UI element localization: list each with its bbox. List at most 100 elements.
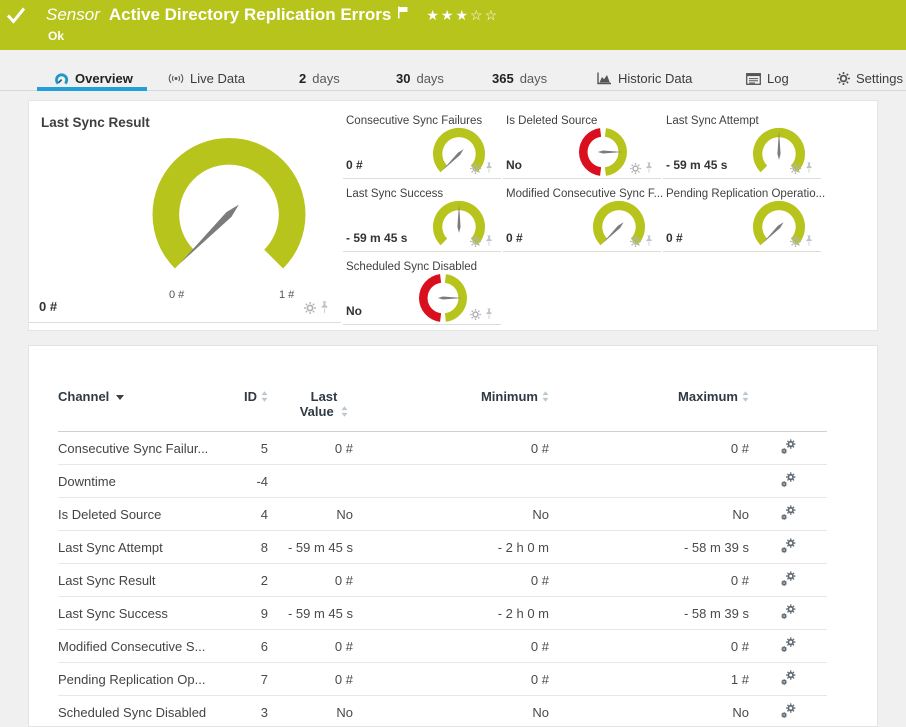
- gauge-cell-last-sync-attempt[interactable]: Last Sync Attempt - 59 m 45 s: [663, 113, 821, 179]
- gauge-cell-consecutive-sync-failures[interactable]: Consecutive Sync Failures 0 #: [343, 113, 501, 179]
- column-header-channel[interactable]: Channel: [58, 379, 231, 432]
- gauge-pin-icon[interactable]: [805, 235, 813, 247]
- channel-name[interactable]: Consecutive Sync Failur...: [58, 431, 231, 465]
- rating-stars-filled[interactable]: ★★★: [426, 7, 470, 24]
- table-row[interactable]: Pending Replication Op... 7 0 # 0 # 1 #: [58, 662, 827, 696]
- tab-label: Overview: [75, 71, 133, 86]
- channel-name[interactable]: Last Sync Result: [58, 563, 231, 597]
- column-header-minimum[interactable]: Minimum: [353, 379, 549, 432]
- gauge-cell-pending-replication[interactable]: Pending Replication Operatio... 0 #: [663, 186, 825, 252]
- channels-table: Channel ID Last Value Minimum Maximum Co…: [58, 379, 827, 726]
- sort-icon[interactable]: [341, 406, 348, 417]
- channel-last-value: 0 #: [268, 629, 353, 663]
- tab-overview[interactable]: Overview: [54, 71, 133, 86]
- table-row[interactable]: Last Sync Attempt 8 - 59 m 45 s - 2 h 0 …: [58, 530, 827, 564]
- channel-last-value: 0 #: [268, 563, 353, 597]
- gauge-pin-icon[interactable]: [485, 308, 493, 320]
- gauge-pin-icon[interactable]: [485, 235, 493, 247]
- gauge-cell-is-deleted-source[interactable]: Is Deleted Source No: [503, 113, 661, 179]
- table-row[interactable]: Last Sync Result 2 0 # 0 # 0 #: [58, 563, 827, 597]
- gauge-pin-icon[interactable]: [485, 162, 493, 174]
- gauge-settings-gear-icon[interactable]: [630, 236, 641, 247]
- gauge-settings-gear-icon[interactable]: [790, 236, 801, 247]
- gauge-cell-scheduled-sync-disabled[interactable]: Scheduled Sync Disabled No: [343, 259, 501, 325]
- edit-channel-icon[interactable]: [780, 702, 797, 719]
- tab-label-number: 2: [299, 71, 307, 86]
- channel-name[interactable]: Pending Replication Op...: [58, 662, 231, 696]
- channel-name[interactable]: Scheduled Sync Disabled: [58, 695, 231, 726]
- channel-name[interactable]: Last Sync Attempt: [58, 530, 231, 564]
- edit-channel-icon[interactable]: [780, 669, 797, 686]
- column-label: Channel: [58, 389, 110, 404]
- tab-bar: Overview Live Data 2 days 30 days 365 da…: [0, 50, 906, 91]
- table-row[interactable]: Modified Consecutive S... 6 0 # 0 # 0 #: [58, 629, 827, 663]
- column-header-last-value[interactable]: Last Value: [268, 379, 353, 432]
- gauge-settings-gear-icon[interactable]: [790, 163, 801, 174]
- tab-settings[interactable]: Settings: [837, 71, 903, 86]
- tab-30-days[interactable]: 30 days: [396, 71, 444, 86]
- channel-id: 9: [231, 596, 268, 630]
- channel-id: 4: [231, 497, 268, 531]
- tab-live-data[interactable]: Live Data: [168, 71, 245, 86]
- channel-maximum: 0 #: [549, 431, 749, 465]
- channel-name[interactable]: Is Deleted Source: [58, 497, 231, 531]
- column-label: ID: [244, 389, 257, 404]
- gauge-needle: [442, 149, 464, 171]
- edit-channel-icon[interactable]: [780, 537, 797, 554]
- edit-channel-icon[interactable]: [780, 438, 797, 455]
- edit-channel-icon[interactable]: [780, 471, 797, 488]
- channel-last-value: No: [268, 695, 353, 726]
- tab-2-days[interactable]: 2 days: [299, 71, 340, 86]
- gauge-settings-gear-icon[interactable]: [304, 302, 316, 314]
- main-gauge: [152, 137, 306, 269]
- tab-historic-data[interactable]: Historic Data: [596, 71, 692, 86]
- edit-channel-icon[interactable]: [780, 603, 797, 620]
- edit-channel-icon[interactable]: [780, 636, 797, 653]
- table-row[interactable]: Last Sync Success 9 - 59 m 45 s - 2 h 0 …: [58, 596, 827, 630]
- channel-id: 2: [231, 563, 268, 597]
- edit-channel-icon[interactable]: [780, 570, 797, 587]
- column-header-actions: [749, 379, 827, 432]
- channel-id: 7: [231, 662, 268, 696]
- gauge-pin-icon[interactable]: [645, 235, 653, 247]
- flag-icon[interactable]: [397, 6, 408, 19]
- channel-maximum: 0 #: [549, 563, 749, 597]
- table-row[interactable]: Consecutive Sync Failur... 5 0 # 0 # 0 #: [58, 431, 827, 465]
- column-label: Maximum: [678, 389, 738, 404]
- channel-gauge-boolean: [418, 274, 468, 322]
- sort-icon[interactable]: [742, 391, 749, 402]
- tab-365-days[interactable]: 365 days: [492, 71, 547, 86]
- status-check-icon: [6, 7, 26, 24]
- sort-icon[interactable]: [261, 391, 268, 402]
- channel-name[interactable]: Downtime: [58, 464, 231, 498]
- gauge-cell-modified-consecutive[interactable]: Modified Consecutive Sync F... 0 #: [503, 186, 663, 252]
- gauge-pin-icon[interactable]: [320, 301, 329, 314]
- gauge-pin-icon[interactable]: [805, 162, 813, 174]
- gauge-settings-gear-icon[interactable]: [470, 236, 481, 247]
- channel-name[interactable]: Modified Consecutive S...: [58, 629, 231, 663]
- channels-panel: Channel ID Last Value Minimum Maximum Co…: [28, 345, 878, 727]
- column-header-id[interactable]: ID: [231, 379, 268, 432]
- column-header-maximum[interactable]: Maximum: [549, 379, 749, 432]
- channel-minimum: 0 #: [353, 662, 549, 696]
- table-row[interactable]: Downtime -4: [58, 464, 827, 498]
- active-tab-underline: [37, 87, 147, 91]
- channel-id: 8: [231, 530, 268, 564]
- main-gauge-cell[interactable]: Last Sync Result 0 # 1 # 0 #: [29, 101, 341, 323]
- channel-minimum: 0 #: [353, 431, 549, 465]
- tab-log[interactable]: Log: [746, 71, 789, 86]
- table-row[interactable]: Scheduled Sync Disabled 3 No No No: [58, 695, 827, 726]
- gauge-pin-icon[interactable]: [645, 162, 653, 174]
- table-row[interactable]: Is Deleted Source 4 No No No: [58, 497, 827, 531]
- channel-maximum: - 58 m 39 s: [549, 530, 749, 564]
- gauge-settings-gear-icon[interactable]: [470, 309, 481, 320]
- gauge-cell-last-sync-success[interactable]: Last Sync Success - 59 m 45 s: [343, 186, 501, 252]
- edit-channel-icon[interactable]: [780, 504, 797, 521]
- channel-name[interactable]: Last Sync Success: [58, 596, 231, 630]
- channel-minimum: [353, 464, 549, 498]
- channel-last-value: No: [268, 497, 353, 531]
- rating-stars-empty[interactable]: ☆☆: [470, 7, 499, 24]
- gauge-settings-gear-icon[interactable]: [470, 163, 481, 174]
- sort-icon[interactable]: [542, 391, 549, 402]
- gauge-settings-gear-icon[interactable]: [630, 163, 641, 174]
